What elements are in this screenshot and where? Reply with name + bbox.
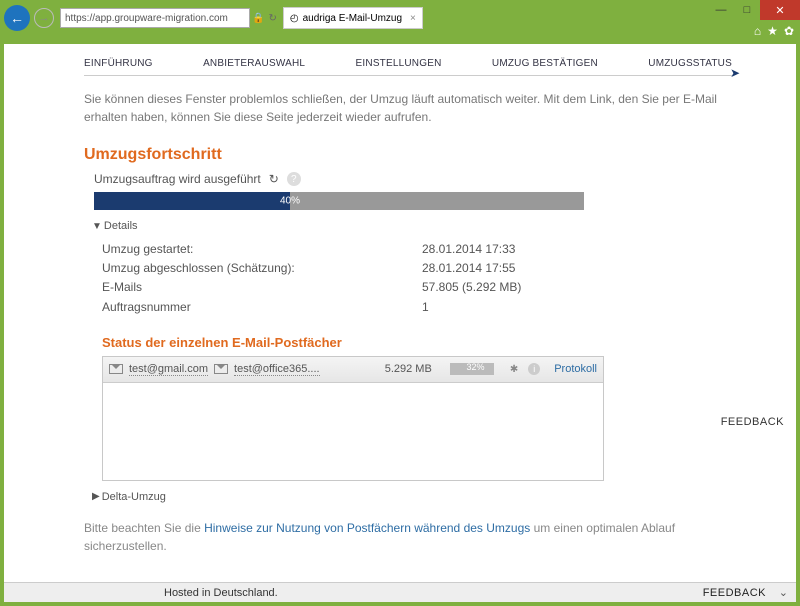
overall-progress-label: 40% [280, 196, 300, 207]
step-intro[interactable]: EINFÜHRUNG [84, 58, 153, 69]
url-input[interactable]: https://app.groupware-migration.com [60, 8, 250, 28]
step-provider[interactable]: ANBIETERAUSWAHL [203, 58, 305, 69]
mailbox-progress-label: 32% [467, 362, 485, 372]
detail-row: Umzug gestartet:28.01.2014 17:33 [102, 240, 732, 259]
settings-icon[interactable]: ✿ [784, 24, 794, 38]
tab-close-icon[interactable]: × [410, 13, 416, 24]
feedback-side-button[interactable]: FEEDBACK [721, 416, 784, 428]
mailbox-to: test@office365.... [234, 363, 320, 376]
step-status[interactable]: UMZUGSSTATUS [648, 58, 732, 69]
back-button[interactable]: ← [4, 5, 30, 31]
detail-row: Auftragsnummer1 [102, 298, 732, 317]
favorites-icon[interactable]: ★ [767, 24, 778, 38]
hosted-label: Hosted in Deutschland. [164, 587, 278, 599]
chevron-down-icon[interactable]: ⌄ [779, 586, 788, 599]
arrow-right-icon: → [39, 12, 50, 24]
progress-heading: Umzugsfortschritt [84, 146, 732, 164]
overall-progress-fill [94, 192, 290, 210]
intro-text: Sie können dieses Fenster problemlos sch… [84, 90, 732, 126]
arrow-left-icon: ← [10, 10, 24, 26]
mailbox-row[interactable]: test@gmail.com test@office365.... 5.292 … [103, 357, 603, 383]
status-text: Umzugsauftrag wird ausgeführt [94, 172, 261, 186]
mailbox-list: test@gmail.com test@office365.... 5.292 … [102, 356, 604, 481]
notice-text: Bitte beachten Sie die Hinweise zur Nutz… [84, 519, 732, 555]
status-bar: Hosted in Deutschland. FEEDBACK ⌄ [4, 582, 796, 602]
status-refresh-icon[interactable]: ↻ [269, 172, 279, 186]
details-toggle[interactable]: ▼ Details [92, 220, 732, 232]
mailbox-size: 5.292 MB [385, 363, 432, 375]
detail-row: E-Mails57.805 (5.292 MB) [102, 278, 732, 297]
info-icon[interactable]: i [528, 363, 540, 375]
refresh-icon[interactable]: ↻ [268, 13, 276, 24]
notice-link[interactable]: Hinweise zur Nutzung von Postfächern wäh… [204, 521, 530, 535]
home-icon[interactable]: ⌂ [754, 24, 761, 38]
protocol-link[interactable]: Protokoll [554, 363, 597, 375]
delta-toggle[interactable]: ▶ Delta-Umzug [92, 491, 732, 503]
stepper-arrow-icon: ➤ [730, 66, 740, 80]
details-toggle-label: Details [104, 220, 138, 232]
forward-button[interactable]: → [34, 8, 54, 28]
mailboxes-heading: Status der einzelnen E-Mail-Postfächer [102, 335, 732, 350]
tab-favicon-icon: ◴ [290, 13, 299, 24]
caret-right-icon: ▶ [92, 491, 100, 502]
help-icon[interactable]: ? [287, 172, 301, 186]
browser-tab[interactable]: ◴ audriga E-Mail-Umzug × [283, 7, 423, 29]
mailbox-from: test@gmail.com [129, 363, 208, 376]
tab-title: audriga E-Mail-Umzug [303, 13, 402, 24]
delta-label: Delta-Umzug [102, 491, 166, 503]
wizard-stepper: EINFÜHRUNG ANBIETERAUSWAHL EINSTELLUNGEN… [84, 54, 732, 76]
lock-icon: 🔒 [252, 13, 264, 24]
step-confirm[interactable]: UMZUG BESTÄTIGEN [492, 58, 598, 69]
overall-progress-bar: 40% [94, 192, 584, 210]
caret-down-icon: ▼ [92, 221, 102, 232]
spinner-icon: ✱ [510, 364, 518, 375]
step-settings[interactable]: EINSTELLUNGEN [356, 58, 442, 69]
feedback-bottom-button[interactable]: FEEDBACK [703, 587, 766, 599]
mail-to-icon [214, 364, 228, 374]
detail-row: Umzug abgeschlossen (Schätzung):28.01.20… [102, 259, 732, 278]
mail-from-icon [109, 364, 123, 374]
mailbox-progress-bar: 32% [450, 363, 494, 375]
